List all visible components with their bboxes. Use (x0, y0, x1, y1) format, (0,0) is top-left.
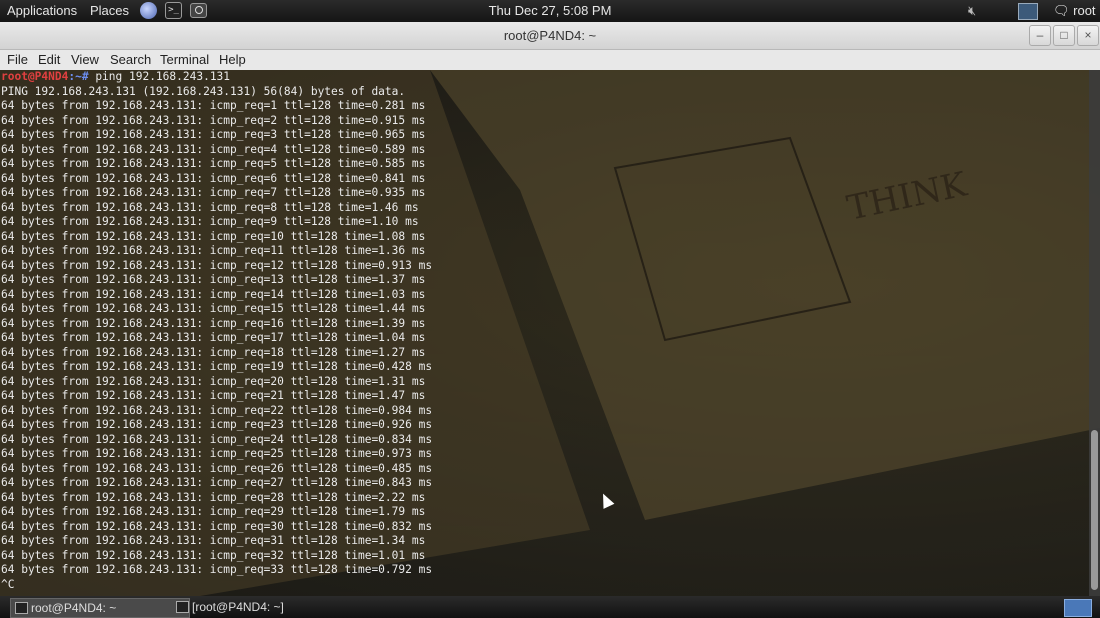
workspace-switcher[interactable] (1064, 599, 1092, 617)
top-panel: Applications Places >_ Thu Dec 27, 5:08 … (0, 0, 1100, 22)
ping-reply-line: 64 bytes from 192.168.243.131: icmp_req=… (1, 534, 426, 547)
terminal-icon (15, 602, 28, 614)
ping-reply-line: 64 bytes from 192.168.243.131: icmp_req=… (1, 360, 433, 373)
prompt-line: root@P4ND4:~# ping 192.168.243.131 (1, 70, 432, 85)
menu-edit[interactable]: Edit (38, 52, 60, 67)
chat-icon: 🗨︎ (1053, 3, 1070, 18)
ping-reply-line: 64 bytes from 192.168.243.131: icmp_req=… (1, 403, 433, 417)
taskbar-item-terminal[interactable]: root@P4ND4: ~ (10, 598, 190, 618)
ping-reply-line: 64 bytes from 192.168.243.131: icmp_req=… (1, 229, 426, 243)
window-titlebar[interactable]: root@P4ND4: ~ – □ × (0, 22, 1100, 50)
clock[interactable]: Thu Dec 27, 5:08 PM (0, 3, 1100, 18)
ping-reply-line: 64 bytes from 192.168.243.131: icmp_req=… (1, 389, 426, 402)
ping-reply-line: 64 bytes from 192.168.243.131: icmp_req=… (1, 461, 433, 475)
menubar: File Edit View Search Terminal Help (0, 50, 1100, 70)
ping-reply-line: 64 bytes from 192.168.243.131: icmp_req=… (1, 345, 426, 359)
ping-reply-line: 64 bytes from 192.168.243.131: icmp_req=… (1, 331, 426, 344)
ping-reply-line: 64 bytes from 192.168.243.131: icmp_req=… (1, 418, 433, 431)
volume-muted-icon[interactable]: 🔇︎ (968, 3, 988, 19)
ping-reply-line: 64 bytes from 192.168.243.131: icmp_req=… (1, 316, 426, 330)
user-name: root (1073, 3, 1096, 18)
mouse-cursor-icon (597, 491, 615, 509)
ping-reply-line: 64 bytes from 192.168.243.131: icmp_req=… (1, 171, 426, 185)
ping-reply-line: 64 bytes from 192.168.243.131: icmp_req=… (1, 548, 426, 562)
ping-reply-line: 64 bytes from 192.168.243.131: icmp_req=… (1, 447, 433, 460)
terminal-icon (176, 601, 189, 613)
ping-reply-line: 64 bytes from 192.168.243.131: icmp_req=… (1, 128, 426, 141)
ping-reply-line: 64 bytes from 192.168.243.131: icmp_req=… (1, 302, 426, 315)
ping-reply-line: 64 bytes from 192.168.243.131: icmp_req=… (1, 186, 426, 199)
interrupt-line: ^C (1, 577, 15, 591)
terminal-output[interactable]: root@P4ND4:~# ping 192.168.243.131 PING 1… (1, 70, 432, 592)
ping-reply-line: 64 bytes from 192.168.243.131: icmp_req=… (1, 258, 433, 272)
menu-file[interactable]: File (7, 52, 28, 67)
ping-reply-line: 64 bytes from 192.168.243.131: icmp_req=… (1, 519, 433, 533)
taskbar-item-label: root@P4ND4: ~ (31, 601, 117, 615)
maximize-button[interactable]: □ (1053, 25, 1075, 46)
taskbar-item-label: [root@P4ND4: ~] (192, 600, 284, 614)
menu-help[interactable]: Help (219, 52, 246, 67)
ping-reply-line: 64 bytes from 192.168.243.131: icmp_req=… (1, 287, 426, 301)
wallpaper-text: THINK (844, 164, 971, 228)
ping-reply-line: 64 bytes from 192.168.243.131: icmp_req=… (1, 215, 419, 228)
ping-reply-line: 64 bytes from 192.168.243.131: icmp_req=… (1, 157, 426, 170)
ping-reply-line: 64 bytes from 192.168.243.131: icmp_req=… (1, 244, 426, 257)
user-menu[interactable]: 🗨︎ root (1053, 3, 1096, 19)
ping-reply-line: 64 bytes from 192.168.243.131: icmp_req=… (1, 505, 426, 518)
close-button[interactable]: × (1077, 25, 1099, 46)
ping-reply-line: 64 bytes from 192.168.243.131: icmp_req=… (1, 142, 426, 156)
ping-reply-line: 64 bytes from 192.168.243.131: icmp_req=… (1, 113, 426, 127)
ping-reply-line: 64 bytes from 192.168.243.131: icmp_req=… (1, 563, 433, 576)
command-text: ping 192.168.243.131 (88, 70, 231, 83)
ping-header: PING 192.168.243.131 (192.168.243.131) 5… (1, 84, 406, 98)
terminal-area[interactable]: THINK root@P4ND4:~# ping 192.168.243.131… (0, 70, 1100, 596)
taskbar-item-terminal-2[interactable]: [root@P4ND4: ~] (172, 598, 352, 616)
window-title: root@P4ND4: ~ (503, 28, 597, 43)
menu-view[interactable]: View (71, 52, 99, 67)
menu-search[interactable]: Search (110, 52, 151, 67)
ping-reply-line: 64 bytes from 192.168.243.131: icmp_req=… (1, 490, 426, 504)
ping-reply-line: 64 bytes from 192.168.243.131: icmp_req=… (1, 99, 426, 112)
scrollbar[interactable] (1089, 70, 1100, 596)
minimize-button[interactable]: – (1029, 25, 1051, 46)
prompt-user: root@P4ND4 (1, 70, 69, 83)
bottom-panel: root@P4ND4: ~ [root@P4ND4: ~] (0, 596, 1100, 618)
ping-reply-line: 64 bytes from 192.168.243.131: icmp_req=… (1, 374, 426, 388)
network-icon[interactable] (1018, 3, 1038, 20)
ping-reply-line: 64 bytes from 192.168.243.131: icmp_req=… (1, 432, 433, 446)
ping-reply-line: 64 bytes from 192.168.243.131: icmp_req=… (1, 273, 426, 286)
ping-reply-line: 64 bytes from 192.168.243.131: icmp_req=… (1, 476, 433, 489)
prompt-path: :~# (68, 70, 89, 83)
menu-terminal[interactable]: Terminal (160, 52, 209, 67)
scrollbar-thumb[interactable] (1091, 430, 1098, 590)
ping-reply-line: 64 bytes from 192.168.243.131: icmp_req=… (1, 200, 419, 214)
